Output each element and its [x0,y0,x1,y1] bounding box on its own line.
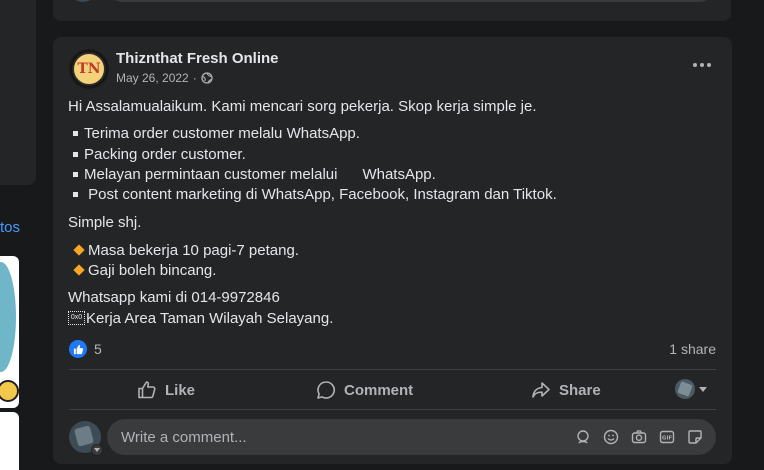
previous-comment-input[interactable] [107,0,715,2]
duty-item: Melayan permintaan customer melalui What… [73,166,436,183]
duty-item: Packing order customer. [73,146,246,163]
reaction-count[interactable]: 5 [94,341,102,357]
like-reaction-icon[interactable] [69,340,87,358]
left-see-all-link[interactable]: tos [0,219,20,236]
comment-input[interactable] [119,427,574,447]
avatar-sticker-icon[interactable] [574,428,592,446]
duty-item: Terima order customer melalu WhatsApp. [73,125,360,142]
share-label: Share [559,381,601,399]
page-avatar-logo: TN [72,52,106,86]
meta-separator: · [192,71,197,85]
orange-diamond-icon [73,264,85,276]
unknown-glyph-icon: 0x0 [68,311,85,326]
orange-diamond-icon [73,244,85,256]
comment-box[interactable]: GIF [107,419,716,455]
post-simple-line: Simple shj. [68,214,142,231]
left-card-bottom [0,412,19,470]
comment-label: Comment [344,381,414,399]
divider [69,369,716,370]
post-card: TN Thiznthat Fresh Online May 26, 2022 ·… [53,37,732,464]
share-count[interactable]: 1 share [669,341,716,357]
left-card-image[interactable] [0,256,19,408]
react-as-selector[interactable] [675,379,707,399]
page-avatar[interactable]: TN [69,49,109,89]
like-button[interactable]: Like [137,375,195,405]
post-meta: May 26, 2022 · [116,71,213,85]
share-icon [532,382,550,398]
like-label: Like [165,381,196,399]
divider [69,409,716,410]
left-card [0,0,36,185]
globe-icon [201,72,213,84]
comment-tools: GIF [574,428,704,446]
chevron-down-icon [699,386,707,392]
camera-icon[interactable] [630,428,648,446]
sticker-icon[interactable] [686,428,704,446]
bullet-square-icon [73,191,78,197]
previous-post-card [53,0,731,21]
emoji-icon[interactable] [602,428,620,446]
bullet-square-icon [73,130,78,136]
left-card-logo [0,380,19,402]
post-author[interactable]: Thiznthat Fresh Online [116,50,279,67]
post-intro: Hi Assalamualaikum. Kami mencari sorg pe… [68,98,537,115]
bullet-square-icon [73,151,78,157]
duty-item: Post content marketing di WhatsApp, Face… [73,186,557,203]
comment-button[interactable]: Comment [316,375,413,405]
chevron-down-icon[interactable] [91,444,103,456]
left-column: tos [0,0,36,470]
post-contact: Whatsapp kami di 014-9972846 [68,289,280,306]
user-avatar [675,379,695,399]
post-date[interactable]: May 26, 2022 [116,71,189,85]
svg-text:GIF: GIF [662,435,673,441]
perk-item: Gaji boleh bincang. [73,262,216,279]
comment-icon [317,381,335,399]
like-icon [138,381,156,399]
left-card-image-shape [0,262,16,372]
gif-icon[interactable]: GIF [658,428,676,446]
perk-item: Masa bekerja 10 pagi-7 petang. [73,242,299,259]
thumbs-up-icon [73,344,83,354]
post-area: 0x0 Kerja Area Taman Wilayah Selayang. [68,310,333,327]
more-options-icon[interactable] [688,55,716,75]
share-button[interactable]: Share [531,375,601,405]
bullet-square-icon [73,171,78,177]
previous-comment-avatar [69,0,97,2]
